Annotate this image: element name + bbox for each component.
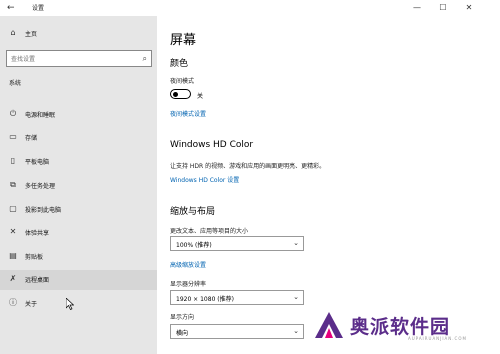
shared-experiences-icon: ✕ [9,227,17,236]
tablet-icon: ▯ [10,156,16,165]
power-icon: ⏻ [9,109,17,118]
night-light-state: 关 [197,93,204,100]
watermark: 奥派软件园 AUPAIRUANJIAN.COM [312,310,492,342]
hd-color-description: 让支持 HDR 的视频、游戏和应用的画面更明亮、更精彩。 [170,163,326,170]
maximize-icon[interactable]: ☐ [436,1,450,15]
sidebar-item-label: 剪贴板 [25,254,44,261]
orientation-value: 横向 [176,330,189,337]
resolution-value: 1920 × 1080 (推荐) [176,296,234,303]
night-light-settings-link[interactable]: 夜间模式设置 [170,109,206,118]
settings-window: ← 设置 — ☐ ✕ ⌂ 主页 ⌕ 系统 ⏻ 电源和睡眠 ▭ 存储 ▯ 平板电脑… [0,0,500,354]
projecting-icon: ▢ [9,204,17,213]
sidebar-item-label: 投影到此电脑 [25,207,62,214]
sidebar: ⌂ 主页 ⌕ 系统 ⏻ 电源和睡眠 ▭ 存储 ▯ 平板电脑 ⧉ 多任务处理 ▢ … [0,16,157,354]
watermark-text: 奥派软件园 [350,316,451,338]
sidebar-item-clipboard[interactable]: ▤ 剪贴板 [0,247,157,267]
scale-heading: 缩放与布局 [170,207,216,217]
sidebar-item-label: 远程桌面 [25,277,50,284]
chevron-down-icon: ⌄ [293,327,299,335]
search-input[interactable] [11,54,133,64]
orientation-dropdown[interactable]: 横向 ⌄ [170,324,304,339]
sidebar-item-about[interactable]: ⓘ 关于 [0,294,157,314]
sidebar-item-label: 多任务处理 [25,183,56,190]
search-box[interactable]: ⌕ [6,50,152,67]
minimize-icon[interactable]: — [410,1,424,15]
sidebar-item-projecting[interactable]: ▢ 投影到此电脑 [0,200,157,220]
night-light-toggle[interactable] [170,89,191,99]
scale-dropdown[interactable]: 100% (推荐) ⌄ [170,236,304,251]
clipboard-icon: ▤ [9,251,17,260]
resolution-dropdown[interactable]: 1920 × 1080 (推荐) ⌄ [170,290,304,305]
advanced-scaling-link[interactable]: 高级缩放设置 [170,260,206,269]
sidebar-item-storage[interactable]: ▭ 存储 [0,128,157,148]
main-content: 屏幕 颜色 夜间模式 关 夜间模式设置 Windows HD Color 让支持… [157,16,500,354]
color-heading: 颜色 [170,59,189,69]
hd-color-settings-link[interactable]: Windows HD Color 设置 [170,175,239,184]
hd-color-heading: Windows HD Color [170,140,254,150]
sidebar-item-shared-experiences[interactable]: ✕ 体验共享 [0,223,157,243]
page-title: 屏幕 [170,33,197,48]
sidebar-item-label: 体验共享 [25,230,50,237]
sidebar-item-remote-desktop[interactable]: ✗ 远程桌面 [0,270,157,290]
sidebar-item-label: 关于 [25,301,38,308]
orientation-label: 显示方向 [170,314,195,321]
home-icon: ⌂ [10,28,16,37]
toggle-knob [173,91,178,97]
sidebar-item-label: 平板电脑 [25,159,50,166]
search-icon[interactable]: ⌕ [143,53,147,65]
multitasking-icon: ⧉ [10,180,16,189]
scale-value: 100% (推荐) [176,242,212,249]
sidebar-item-home[interactable]: ⌂ 主页 [0,24,157,44]
back-arrow-icon[interactable]: ← [7,2,19,14]
mouse-cursor-icon [66,298,74,310]
night-light-label: 夜间模式 [170,78,195,85]
sidebar-item-label: 存储 [25,135,38,142]
sidebar-item-label: 主页 [25,31,38,38]
title-bar: ← 设置 — ☐ ✕ [0,0,500,16]
remote-desktop-icon: ✗ [9,274,17,283]
watermark-subtext: AUPAIRUANJIAN.COM [408,336,467,341]
watermark-logo-icon [315,312,343,338]
info-icon: ⓘ [9,298,17,307]
chevron-down-icon: ⌄ [293,293,299,301]
sidebar-item-label: 电源和睡眠 [25,112,56,119]
window-title: 设置 [32,5,45,12]
scale-label: 更改文本、应用等项目的大小 [170,228,249,235]
close-icon[interactable]: ✕ [462,1,476,15]
sidebar-item-tablet[interactable]: ▯ 平板电脑 [0,152,157,172]
sidebar-item-power[interactable]: ⏻ 电源和睡眠 [0,105,157,125]
sidebar-item-multitasking[interactable]: ⧉ 多任务处理 [0,176,157,196]
storage-icon: ▭ [9,132,17,141]
resolution-label: 显示器分辨率 [170,281,207,288]
section-label: 系统 [9,80,22,87]
chevron-down-icon: ⌄ [293,239,299,247]
